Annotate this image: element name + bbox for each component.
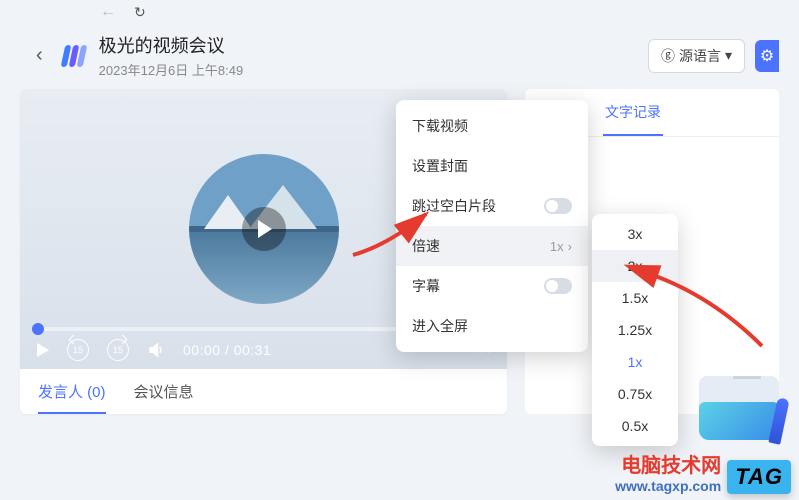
menu-playback-speed[interactable]: 倍速 1x› [396,226,588,266]
skip-back-15-button[interactable]: 15 [67,339,89,361]
nav-back-icon[interactable]: ← [100,3,116,21]
chevron-down-icon: ▾ [725,47,732,64]
speed-option-1.5x[interactable]: 1.5x [592,282,678,314]
tab-meeting-info[interactable]: 会议信息 [134,381,194,414]
toggle-skip-blank[interactable] [544,198,572,214]
menu-set-cover[interactable]: 设置封面 [396,146,588,186]
speed-submenu: 3x2x1.5x1.25x1x0.75x0.5x [592,214,678,446]
gear-icon: ⚙ [760,46,774,66]
video-context-menu: 下载视频 设置封面 跳过空白片段 倍速 1x› 字幕 进入全屏 [396,100,588,352]
page-subtitle: 2023年12月6日 上午8:49 [99,60,244,79]
toggle-subtitle[interactable] [544,278,572,294]
play-button[interactable] [34,343,49,357]
time-display: 00:00 / 00:31 [183,342,271,358]
menu-fullscreen[interactable]: 进入全屏 [396,306,588,346]
menu-download-video[interactable]: 下载视频 [396,106,588,146]
reload-icon[interactable]: ↻ [134,4,146,21]
tab-transcript[interactable]: 文字记录 [603,90,663,136]
skip-forward-15-button[interactable]: 15 [107,339,129,361]
speed-option-0.5x[interactable]: 0.5x [592,410,678,442]
page-title: 极光的视频会议 [99,32,244,58]
play-overlay-button[interactable] [242,207,286,251]
menu-skip-blank[interactable]: 跳过空白片段 [396,186,588,226]
source-language-button[interactable]: ⓖ 源语言 ▾ [648,39,745,73]
speed-option-1x[interactable]: 1x [592,346,678,378]
speed-option-2x[interactable]: 2x [592,250,678,282]
globe-icon: ⓖ [661,46,675,66]
volume-button[interactable] [147,341,165,359]
watermark: 电脑技术网 www.tagxp.com TAG [615,449,791,494]
back-button[interactable]: ‹ [36,44,43,67]
speed-option-3x[interactable]: 3x [592,218,678,250]
chevron-right-icon: › [568,239,572,254]
speed-option-1.25x[interactable]: 1.25x [592,314,678,346]
menu-subtitle[interactable]: 字幕 [396,266,588,306]
decorative-folder-icon [699,376,779,440]
settings-button[interactable]: ⚙ [755,40,779,72]
app-logo [63,45,85,67]
tab-speakers[interactable]: 发言人 (0) [38,381,106,414]
speed-option-0.75x[interactable]: 0.75x [592,378,678,410]
video-thumbnail [189,154,339,304]
